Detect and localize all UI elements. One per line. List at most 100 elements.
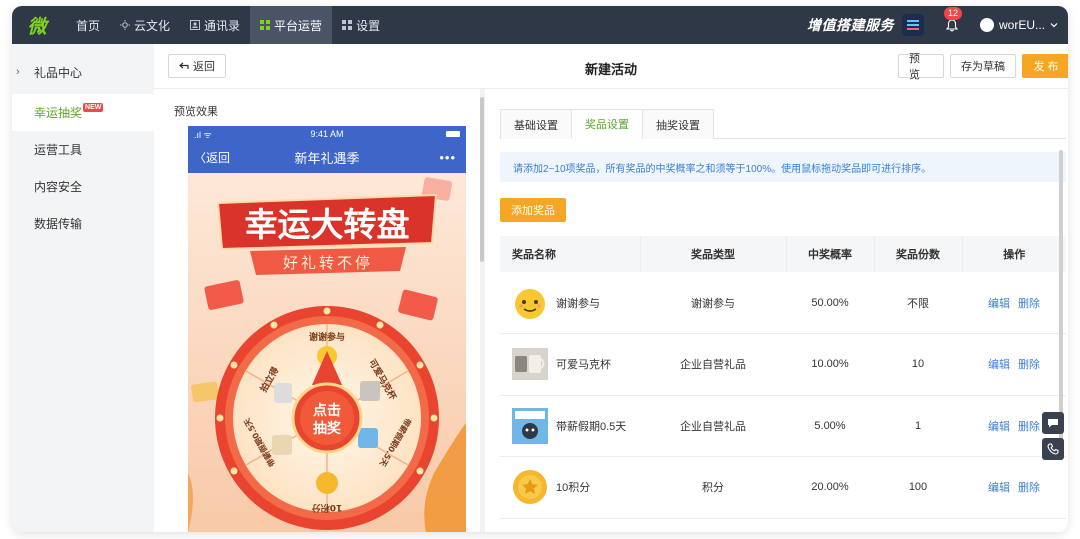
more-icon: ••• xyxy=(439,150,456,165)
prize-probability: 10.00% xyxy=(786,333,874,396)
prize-name-cell: 谢谢参与 xyxy=(500,272,640,334)
col-prize-name: 奖品名称 xyxy=(500,236,641,272)
delete-link[interactable]: 删除 xyxy=(1018,359,1040,371)
col-quantity: 奖品份数 xyxy=(874,236,963,272)
edit-link[interactable]: 编辑 xyxy=(988,298,1010,310)
avatar xyxy=(979,18,994,32)
prize-quantity: 10 xyxy=(874,333,962,396)
sidebar-item-gift-center[interactable]: › 礼品中心 xyxy=(12,44,154,94)
wheel-label-points: 10积分 xyxy=(312,502,343,514)
sidebar: › 礼品中心 幸运抽奖 NEW 运营工具 内容安全 数据传输 xyxy=(12,44,154,532)
value-added-service-link[interactable]: 增值搭建服务 xyxy=(807,15,894,35)
delete-link[interactable]: 删除 xyxy=(1018,421,1040,433)
battery-icon xyxy=(446,131,460,137)
nav-settings-label: 设置 xyxy=(356,18,381,33)
nav-culture-label: 云文化 xyxy=(134,18,171,33)
nav-settings[interactable]: 设置 xyxy=(332,6,390,44)
prize-type: 企业自营礼品 xyxy=(640,333,786,396)
table-row[interactable]: 带薪假期0.5天 企业自营礼品 5.00% 1 编辑 删除 xyxy=(500,395,1066,457)
prize-quantity: 不限 xyxy=(874,272,962,334)
prize-probability: 5.00% xyxy=(786,395,874,457)
prize-name: 10积分 xyxy=(556,482,591,495)
sidebar-item-data-transfer[interactable]: 数据传输 xyxy=(12,205,154,242)
tab-basic-settings[interactable]: 基础设置 xyxy=(500,109,572,139)
floating-tools xyxy=(1042,412,1064,460)
sun-icon xyxy=(120,20,131,30)
tab-draw-settings[interactable]: 抽奖设置 xyxy=(642,109,714,139)
edit-link[interactable]: 编辑 xyxy=(988,482,1010,494)
value-added-service-icon[interactable] xyxy=(901,14,924,36)
delete-link[interactable]: 删除 xyxy=(1018,298,1040,310)
col-actions: 操作 xyxy=(962,236,1066,272)
phone-icon xyxy=(1047,443,1059,455)
coin-icon xyxy=(512,469,548,505)
prize-table-header: 奖品名称 奖品类型 中奖概率 奖品份数 操作 xyxy=(500,236,1066,272)
nav-platform-ops[interactable]: 平台运营 xyxy=(250,6,333,44)
signal-icon: .ıl ᯤ xyxy=(194,129,212,140)
banner-title: 幸运大转盘 xyxy=(245,205,410,244)
chevron-right-icon: › xyxy=(16,66,20,78)
vacation-icon xyxy=(512,407,548,444)
prize-name-cell: 可爱马克杯 xyxy=(500,333,640,396)
settings-tabs: 基础设置 奖品设置 抽奖设置 xyxy=(500,109,1066,139)
sidebar-item-ops-tools[interactable]: 运营工具 xyxy=(12,131,154,168)
wheel-center-line2: 抽奖 xyxy=(313,420,342,437)
phone-support-button[interactable] xyxy=(1042,438,1064,460)
smiley-icon xyxy=(512,285,548,321)
tab-prize-settings[interactable]: 奖品设置 xyxy=(571,109,643,139)
wheel-label-thanks: 谢谢参与 xyxy=(309,331,345,343)
table-row[interactable]: 谢谢参与 谢谢参与 50.00% 不限 编辑 删除 xyxy=(500,272,1066,334)
prize-name: 带薪假期0.5天 xyxy=(556,420,627,433)
mug-icon xyxy=(512,346,548,382)
chat-button[interactable] xyxy=(1042,412,1064,434)
prize-probability: 50.00% xyxy=(786,272,874,334)
pane-splitter[interactable] xyxy=(480,89,485,532)
prize-probability: 20.00% xyxy=(786,456,874,519)
sidebar-item-label: 运营工具 xyxy=(34,143,83,157)
prize-name: 可爱马克杯 xyxy=(556,359,611,372)
sidebar-item-lucky-draw[interactable]: 幸运抽奖 NEW xyxy=(12,94,154,131)
delete-link[interactable]: 删除 xyxy=(1018,482,1040,494)
app-logo[interactable]: 微 xyxy=(12,6,62,44)
prize-quantity: 100 xyxy=(874,456,962,519)
add-prize-button[interactable]: 添加奖品 xyxy=(500,198,566,222)
row-actions: 编辑 删除 xyxy=(962,333,1066,396)
grid-icon xyxy=(342,20,353,30)
phone-nav-title: 新年礼遇季 xyxy=(294,151,360,166)
prize-table: 奖品名称 奖品类型 中奖概率 奖品份数 操作 谢谢参与 谢谢参与 50.00% … xyxy=(500,236,1066,519)
table-row[interactable]: 10积分 积分 20.00% 100 编辑 删除 xyxy=(500,456,1066,519)
prize-quantity: 1 xyxy=(874,395,962,457)
sidebar-item-label: 礼品中心 xyxy=(34,65,83,80)
nav-culture[interactable]: 云文化 xyxy=(110,6,180,44)
sidebar-item-content-security[interactable]: 内容安全 xyxy=(12,168,154,205)
edit-link[interactable]: 编辑 xyxy=(988,421,1010,433)
chat-icon xyxy=(1048,419,1058,428)
grid-icon xyxy=(260,20,271,30)
save-draft-button[interactable]: 存为草稿 xyxy=(950,54,1016,78)
user-menu[interactable]: worEU... xyxy=(979,18,1058,32)
phone-app-bar: 〈返回 新年礼遇季 ••• xyxy=(188,142,466,173)
nav-home[interactable]: 首页 xyxy=(66,6,110,44)
status-time: 9:41 AM xyxy=(310,129,344,139)
lucky-wheel-illustration: 幸运大转盘 好礼转不停 谢谢参与 可爱马克杯 带薪假期0.5天 10积分 带薪假… xyxy=(188,177,466,532)
sidebar-item-label: 数据传输 xyxy=(34,217,83,231)
prize-type: 积分 xyxy=(640,456,786,519)
publish-button[interactable]: 发 布 xyxy=(1022,54,1068,78)
sidebar-item-label: 幸运抽奖 xyxy=(34,106,83,120)
notification-button[interactable]: 12 xyxy=(942,6,962,44)
preview-section-label: 预览效果 xyxy=(174,106,218,118)
nav-contacts[interactable]: 通讯录 xyxy=(180,6,250,44)
prize-rule-notice: 请添加2~10项奖品，所有奖品的中奖概率之和须等于100%。使用鼠标拖动奖品即可… xyxy=(500,152,1066,182)
bell-icon xyxy=(945,18,958,31)
row-actions: 编辑 删除 xyxy=(962,272,1066,334)
prize-name-cell: 10积分 xyxy=(500,456,640,519)
notification-badge: 12 xyxy=(943,7,962,20)
preview-button[interactable]: 预 览 xyxy=(898,53,944,81)
chevron-down-icon xyxy=(1050,23,1058,28)
table-row[interactable]: 可爱马克杯 企业自营礼品 10.00% 10 编辑 删除 xyxy=(500,333,1066,396)
prize-panel-scrollbar[interactable] xyxy=(1059,150,1063,450)
nav-platform-ops-label: 平台运营 xyxy=(274,18,323,33)
edit-link[interactable]: 编辑 xyxy=(988,359,1010,371)
user-name: worEU... xyxy=(998,18,1045,32)
nav-contacts-label: 通讯录 xyxy=(204,18,241,33)
